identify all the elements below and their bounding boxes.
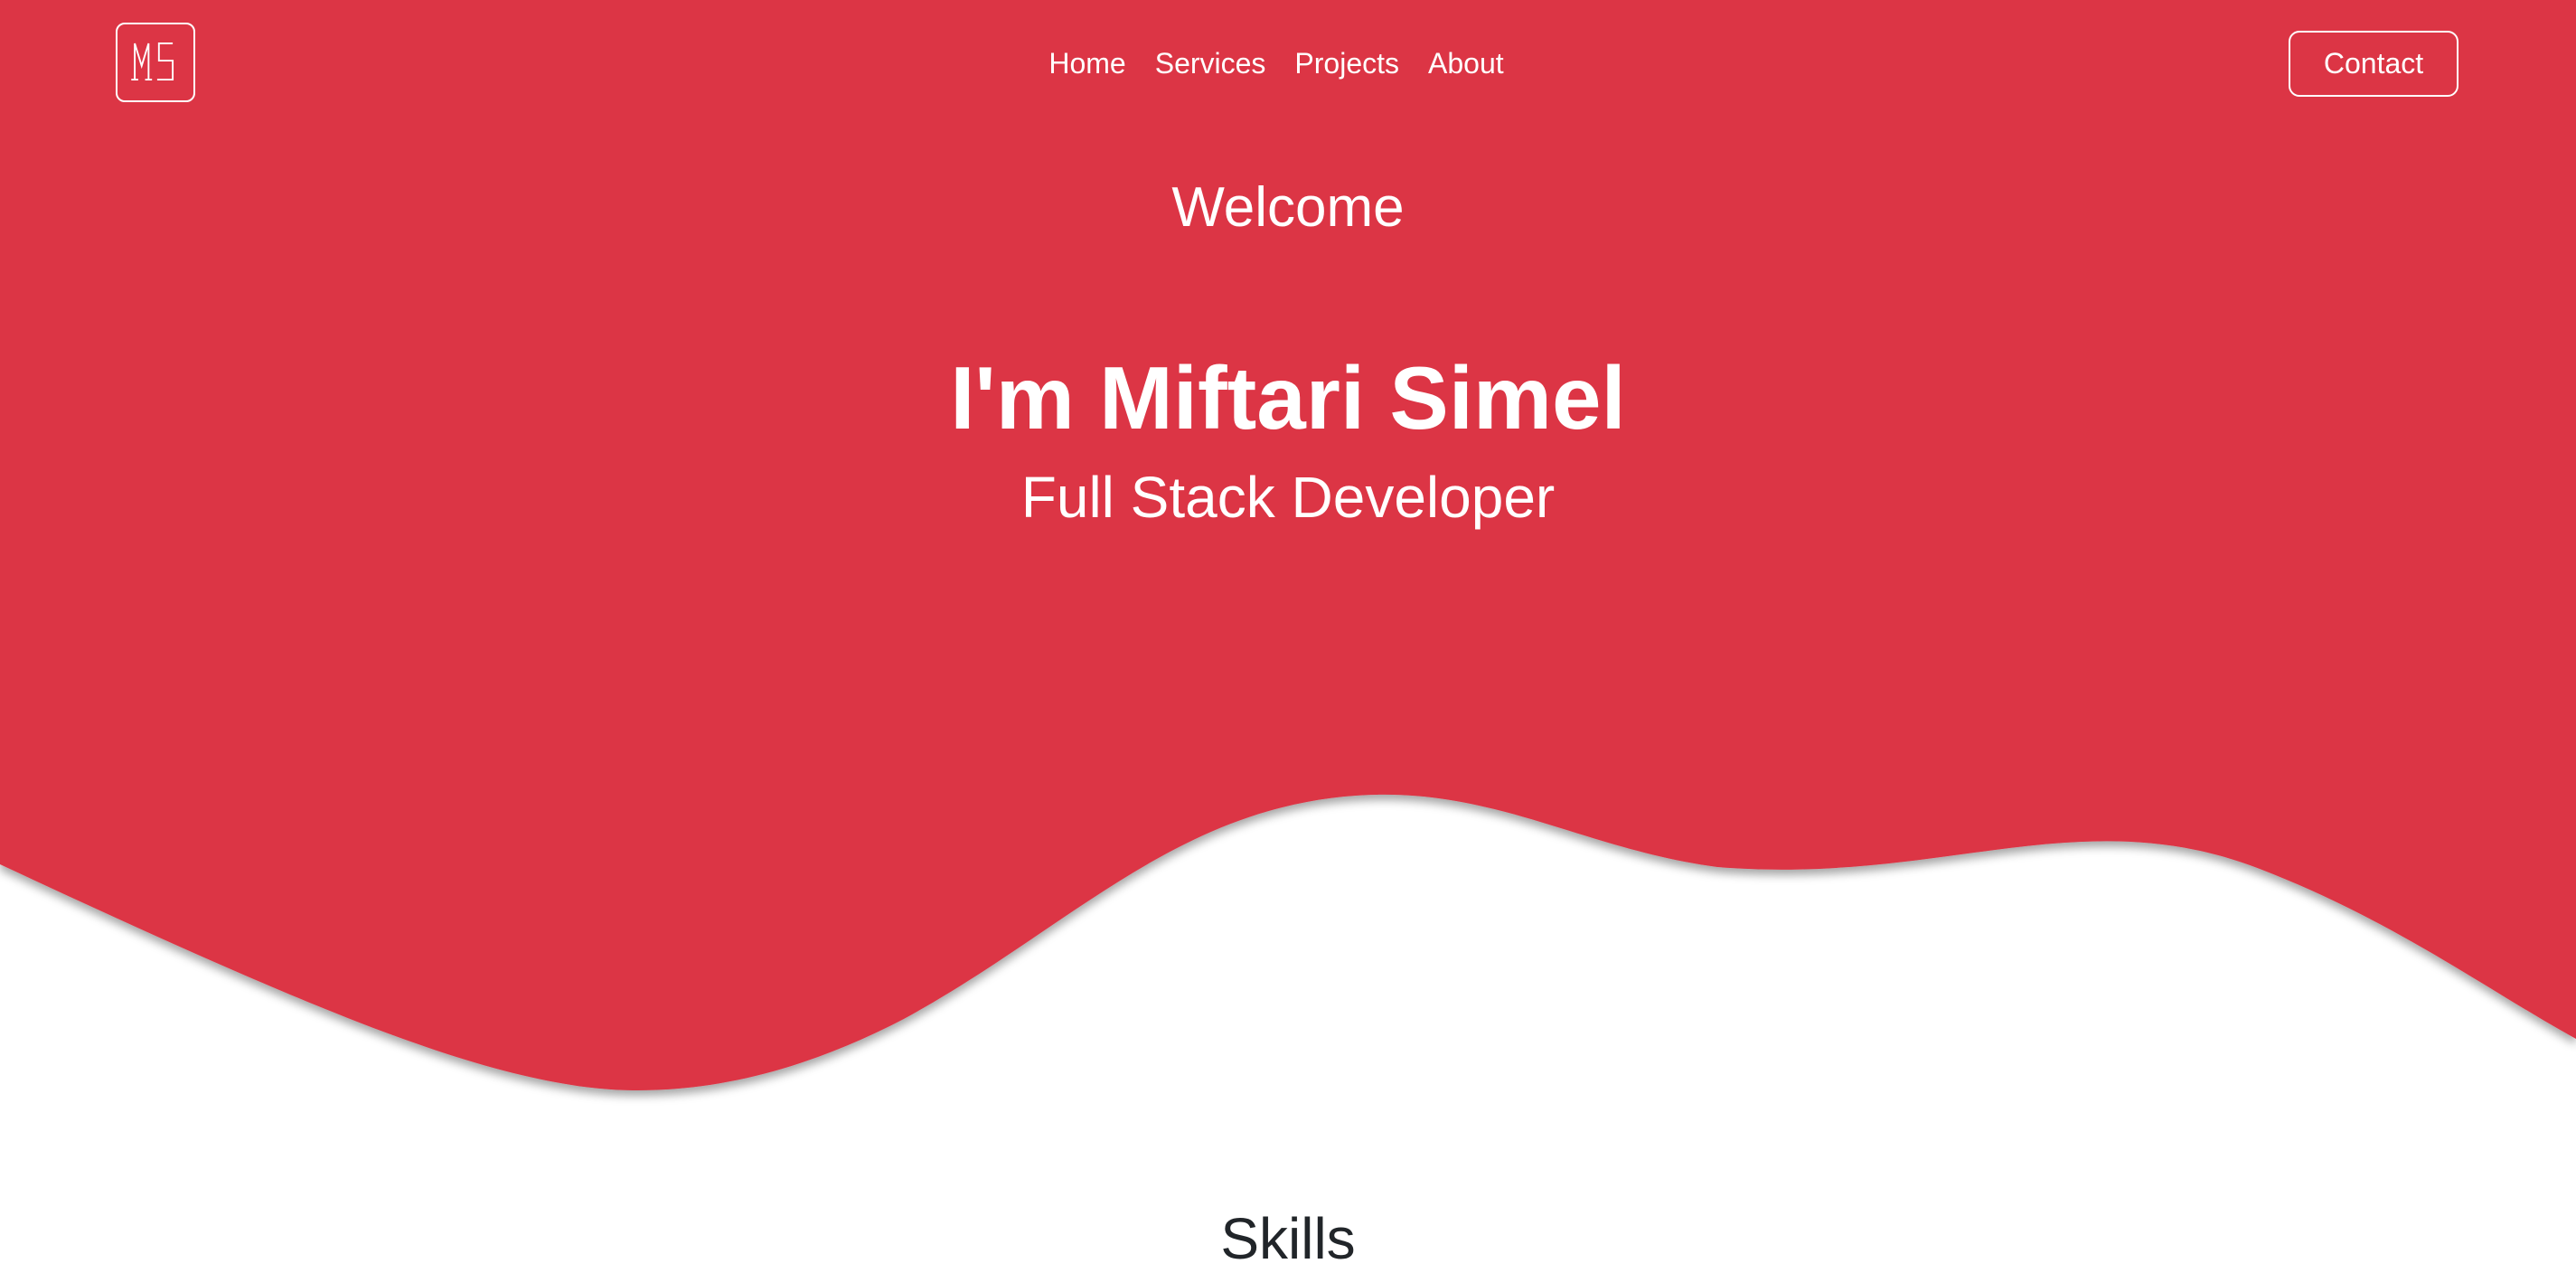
hero-section xyxy=(0,0,2576,633)
nav-home[interactable]: Home xyxy=(1048,42,1125,85)
skills-heading: Skills xyxy=(1220,1206,1356,1271)
hero-name: I'm Miftari Simel xyxy=(950,348,1626,448)
hero-role: Full Stack Developer xyxy=(1020,465,1556,530)
nav-projects[interactable]: Projects xyxy=(1294,42,1399,85)
nav-services[interactable]: Services xyxy=(1155,42,1266,85)
logo-icon xyxy=(131,42,174,81)
nav-about[interactable]: About xyxy=(1428,42,1504,85)
page: Home Services Projects About Contact Wel… xyxy=(0,0,2576,1273)
hero-wave xyxy=(0,632,2576,1091)
welcome-heading: Welcome xyxy=(1171,176,1405,239)
contact-button[interactable]: Contact xyxy=(2289,31,2458,97)
logo[interactable] xyxy=(116,23,195,102)
